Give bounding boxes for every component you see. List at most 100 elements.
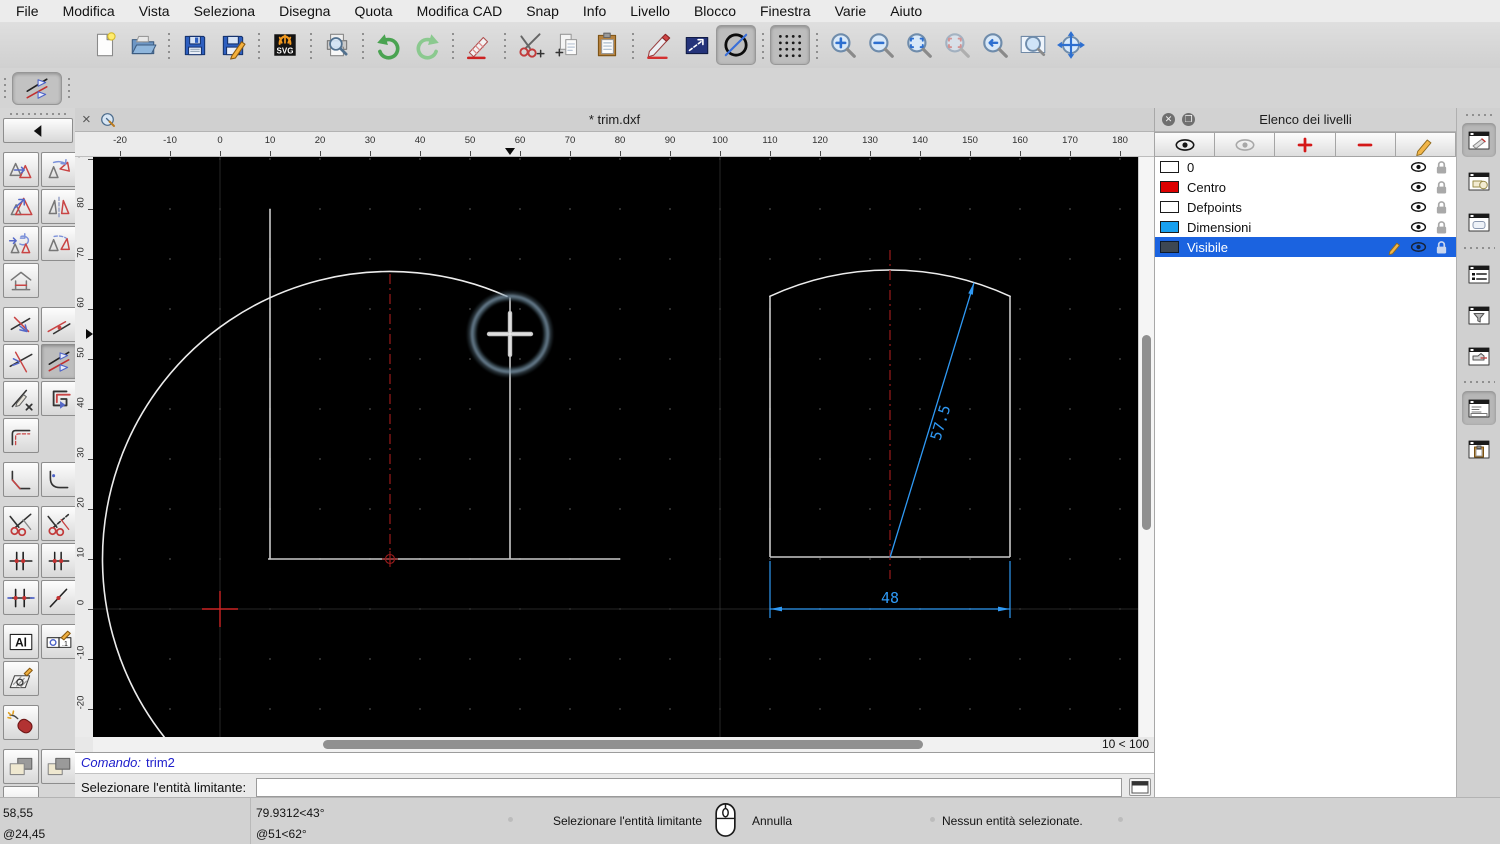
split-tool-button[interactable] [41, 580, 77, 615]
dock-layer-list-button[interactable] [1461, 123, 1496, 157]
menu-file[interactable]: File [4, 3, 51, 19]
save-as-button[interactable] [214, 26, 252, 64]
menu-livello[interactable]: Livello [618, 3, 682, 19]
layer-visible-eye-icon[interactable] [1410, 221, 1427, 233]
offset-tool-button[interactable] [41, 381, 77, 416]
dock-block-list-button[interactable] [1462, 164, 1496, 198]
zoom-in-button[interactable] [824, 26, 862, 64]
layer-lock-icon[interactable] [1435, 220, 1448, 235]
layer-row-defpoints[interactable]: Defpoints [1155, 197, 1456, 217]
svg-export-button[interactable]: SVG [266, 26, 304, 64]
active-tool-trim-two-button[interactable] [12, 72, 62, 105]
explode-tool-button[interactable] [3, 705, 39, 740]
menu-aiuto[interactable]: Aiuto [878, 3, 934, 19]
paste-button[interactable] [588, 26, 626, 64]
save-button[interactable] [176, 26, 214, 64]
dock-library-browser-button[interactable] [1462, 205, 1496, 239]
cad-canvas[interactable]: 57.5 48 [93, 157, 1139, 737]
zoom-previous-button[interactable] [976, 26, 1014, 64]
menu-seleziona[interactable]: Seleziona [182, 3, 268, 19]
zoom-pan-button[interactable] [1052, 26, 1090, 64]
layer-lock-icon[interactable] [1435, 200, 1448, 215]
rotate-two-tool-button[interactable] [41, 226, 77, 261]
dock-command-line-button[interactable] [1461, 391, 1496, 425]
redo-button[interactable] [408, 26, 446, 64]
panel-close-icon[interactable]: ✕ [1162, 113, 1175, 126]
dock-pen-toolbar-button[interactable] [1462, 339, 1496, 373]
dock-clipboard-button[interactable] [1462, 432, 1496, 466]
layer-visible-eye-icon[interactable] [1410, 241, 1427, 253]
print-preview-button[interactable] [318, 26, 356, 64]
menu-vista[interactable]: Vista [127, 3, 182, 19]
command-input[interactable] [256, 777, 1123, 797]
menu-blocco[interactable]: Blocco [682, 3, 748, 19]
move-tool-button[interactable] [3, 152, 39, 187]
horizontal-scrollbar[interactable] [93, 737, 1100, 752]
layer-lock-icon[interactable] [1435, 180, 1448, 195]
layer-lock-icon[interactable] [1435, 240, 1448, 255]
palette-back-button[interactable] [2, 118, 73, 143]
layer-row-dimensioni[interactable]: Dimensioni [1155, 217, 1456, 237]
layer-visible-eye-icon[interactable] [1410, 161, 1427, 173]
project-tool-button[interactable] [3, 263, 39, 298]
break-out-manual-tool-button[interactable] [41, 543, 77, 578]
hide-all-layers-button[interactable] [1214, 132, 1276, 157]
dock-property-editor-button[interactable] [1462, 257, 1496, 291]
panel-float-icon[interactable]: ❐ [1182, 113, 1195, 126]
vertical-scrollbar[interactable] [1138, 157, 1154, 737]
layer-edit-pencil-icon[interactable] [1387, 240, 1402, 255]
construction-circle-button[interactable] [716, 25, 756, 65]
zoom-auto-button[interactable] [900, 26, 938, 64]
divide-two-tool-button[interactable] [41, 506, 77, 541]
round-corner-tool-button[interactable] [41, 462, 77, 497]
trim-tool-button[interactable] [3, 307, 39, 342]
layer-visible-eye-icon[interactable] [1410, 201, 1427, 213]
layer-visible-eye-icon[interactable] [1410, 181, 1427, 193]
vertical-scrollbar-thumb[interactable] [1142, 335, 1151, 530]
trim-both-tool-button[interactable] [3, 344, 39, 379]
move-rotate-tool-button[interactable] [3, 226, 39, 261]
dimension-edit-tool-button[interactable]: .1 [41, 624, 77, 659]
zoom-out-button[interactable] [862, 26, 900, 64]
new-document-button[interactable] [86, 26, 124, 64]
mirror-tool-button[interactable] [41, 189, 77, 224]
edit-delete-tool-button[interactable] [3, 381, 39, 416]
edit-attributes-button[interactable] [640, 26, 678, 64]
layer-lock-icon[interactable] [1435, 160, 1448, 175]
menu-modifica[interactable]: Modifica [51, 3, 127, 19]
zoom-selection-button[interactable] [938, 26, 976, 64]
bevel-tool-button[interactable] [3, 462, 39, 497]
menu-disegna[interactable]: Disegna [267, 3, 342, 19]
text-edit-tool-button[interactable]: Al [3, 624, 39, 659]
delete-eraser-button[interactable] [460, 26, 498, 64]
layer-row-centro[interactable]: Centro [1155, 177, 1456, 197]
menu-varie[interactable]: Varie [823, 3, 879, 19]
dock-selection-filter-button[interactable] [1462, 298, 1496, 332]
copy-button[interactable] [550, 26, 588, 64]
fillet-tool-button[interactable] [3, 418, 39, 453]
scale-tool-button[interactable] [3, 189, 39, 224]
hatch-edit-tool-button[interactable] [3, 661, 39, 696]
zoom-window-button[interactable] [1014, 26, 1052, 64]
menu-info[interactable]: Info [571, 3, 618, 19]
edit-layer-button[interactable] [1394, 132, 1457, 157]
open-folder-button[interactable] [124, 26, 162, 64]
menu-snap[interactable]: Snap [514, 3, 571, 19]
stretch-tool-button[interactable] [3, 580, 39, 615]
grid-toggle-button[interactable] [770, 25, 810, 65]
break-out-tool-button[interactable] [3, 543, 39, 578]
divide-tool-button[interactable] [3, 506, 39, 541]
add-layer-button[interactable] [1274, 132, 1336, 157]
menu-quota[interactable]: Quota [342, 3, 404, 19]
menu-finestra[interactable]: Finestra [748, 3, 823, 19]
horizontal-scrollbar-thumb[interactable] [323, 740, 923, 749]
trim-two-tool-button[interactable] [41, 344, 77, 379]
keyboard-input-button[interactable] [1129, 778, 1152, 796]
lengthen-tool-button[interactable] [41, 307, 77, 342]
layer-row-visibile[interactable]: Visibile [1155, 237, 1456, 257]
layer-row-0[interactable]: 0 [1155, 157, 1456, 177]
cut-button[interactable] [512, 26, 550, 64]
rotate-tool-button[interactable] [41, 152, 77, 187]
draw-order-button[interactable] [678, 26, 716, 64]
order-back-tool-button[interactable] [41, 749, 77, 784]
